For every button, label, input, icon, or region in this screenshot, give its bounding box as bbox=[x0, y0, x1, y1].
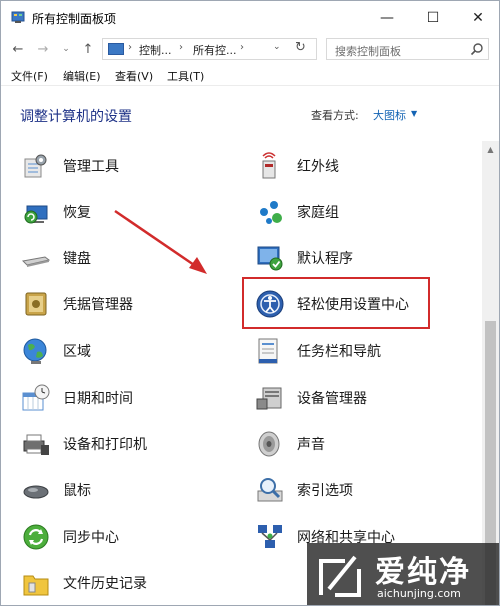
control-panel-icon bbox=[11, 11, 25, 23]
taskbar-navigation-icon bbox=[258, 338, 278, 364]
page-title: 调整计算机的设置 bbox=[20, 109, 132, 125]
item-keyboard[interactable]: 键盘 bbox=[21, 241, 91, 275]
item-infrared[interactable]: 红外线 bbox=[255, 149, 339, 183]
search-icon[interactable] bbox=[470, 42, 484, 56]
item-label: 区域 bbox=[63, 344, 91, 360]
homegroup-icon bbox=[260, 201, 282, 224]
view-by-label: 查看方式: bbox=[311, 109, 359, 122]
refresh-button[interactable]: ↻ bbox=[295, 40, 306, 55]
devices-printers-icon bbox=[23, 434, 49, 455]
item-label: 声音 bbox=[297, 437, 325, 453]
item-label: 键盘 bbox=[63, 251, 91, 267]
chevron-down-icon[interactable]: ▼ bbox=[411, 109, 417, 118]
item-label: 文件历史记录 bbox=[63, 576, 147, 592]
title-bar: 所有控制面板项 — ☐ ✕ bbox=[1, 1, 499, 34]
view-by-dropdown[interactable]: 大图标 bbox=[373, 107, 406, 123]
mouse-icon bbox=[23, 485, 49, 499]
watermark-domain: aichunjing.com bbox=[377, 587, 461, 600]
highlight-box bbox=[242, 277, 430, 329]
item-label: 红外线 bbox=[297, 159, 339, 175]
control-panel-address-icon bbox=[108, 43, 124, 55]
item-label: 设备和打印机 bbox=[63, 437, 147, 453]
keyboard-icon bbox=[21, 256, 51, 267]
navigation-bar: ← → ⌄ ↑ › 控制... › 所有控... › ⌄ ↻ 搜索控制面板 bbox=[1, 34, 499, 64]
address-dropdown-button[interactable]: ⌄ bbox=[273, 42, 281, 52]
item-file-history[interactable]: 文件历史记录 bbox=[21, 566, 147, 600]
item-credential-manager[interactable]: 凭据管理器 bbox=[21, 287, 133, 321]
region-icon bbox=[23, 338, 47, 364]
scroll-up-button[interactable]: ▲ bbox=[482, 141, 499, 158]
item-label: 默认程序 bbox=[297, 251, 353, 267]
menu-view[interactable]: 查看(V) bbox=[115, 68, 153, 84]
admin-tools-icon bbox=[24, 154, 47, 178]
breadcrumb-control-panel[interactable]: 控制... bbox=[139, 42, 172, 58]
item-date-time[interactable]: 日期和时间 bbox=[21, 381, 133, 415]
menu-file[interactable]: 文件(F) bbox=[11, 68, 48, 84]
item-label: 凭据管理器 bbox=[63, 297, 133, 313]
breadcrumb-all-items[interactable]: 所有控... bbox=[193, 42, 237, 58]
recent-locations-button[interactable]: ⌄ bbox=[57, 40, 75, 58]
item-admin-tools[interactable]: 管理工具 bbox=[21, 149, 119, 183]
item-label: 索引选项 bbox=[297, 483, 353, 499]
vertical-scrollbar[interactable]: ▲ bbox=[482, 141, 499, 605]
device-manager-icon bbox=[256, 387, 282, 410]
menu-tools[interactable]: 工具(T) bbox=[167, 68, 204, 84]
item-device-manager[interactable]: 设备管理器 bbox=[255, 381, 367, 415]
forward-button[interactable]: → bbox=[34, 40, 52, 58]
control-panel-window: 所有控制面板项 — ☐ ✕ ← → ⌄ ↑ › 控制... › 所有控... ›… bbox=[0, 0, 500, 606]
window-title: 所有控制面板项 bbox=[32, 12, 117, 26]
item-label: 家庭组 bbox=[297, 205, 339, 221]
recovery-icon bbox=[24, 205, 48, 224]
date-time-icon bbox=[22, 384, 50, 411]
watermark: 爱纯净 aichunjing.com bbox=[307, 543, 499, 605]
file-history-icon bbox=[23, 575, 49, 596]
menu-bar: 文件(F) 编辑(E) 查看(V) 工具(T) bbox=[1, 64, 499, 86]
item-default-programs[interactable]: 默认程序 bbox=[255, 241, 353, 275]
item-region[interactable]: 区域 bbox=[21, 334, 91, 368]
search-box[interactable]: 搜索控制面板 bbox=[326, 38, 489, 60]
sync-center-icon bbox=[23, 524, 49, 550]
item-label: 任务栏和导航 bbox=[297, 344, 381, 360]
up-button[interactable]: ↑ bbox=[79, 40, 97, 58]
item-homegroup[interactable]: 家庭组 bbox=[255, 195, 339, 229]
credential-manager-icon bbox=[25, 292, 47, 316]
network-sharing-icon bbox=[258, 525, 282, 548]
default-programs-icon bbox=[257, 246, 283, 271]
item-mouse[interactable]: 鼠标 bbox=[21, 473, 91, 507]
watermark-text: 爱纯净 bbox=[375, 555, 471, 590]
item-label: 恢复 bbox=[63, 205, 91, 221]
back-button[interactable]: ← bbox=[9, 40, 27, 58]
sound-icon bbox=[258, 431, 280, 457]
item-label: 管理工具 bbox=[63, 159, 119, 175]
indexing-options-icon bbox=[257, 478, 283, 502]
breadcrumb-separator[interactable]: › bbox=[240, 42, 244, 53]
item-label: 设备管理器 bbox=[297, 391, 367, 407]
watermark-logo-icon bbox=[319, 555, 361, 597]
menu-edit[interactable]: 编辑(E) bbox=[63, 68, 101, 84]
item-recovery[interactable]: 恢复 bbox=[21, 195, 91, 229]
item-taskbar-navigation[interactable]: 任务栏和导航 bbox=[255, 334, 381, 368]
maximize-button[interactable]: ☐ bbox=[411, 1, 455, 34]
infrared-icon bbox=[262, 152, 276, 179]
search-input[interactable]: 搜索控制面板 bbox=[335, 43, 401, 59]
item-sound[interactable]: 声音 bbox=[255, 427, 325, 461]
item-sync-center[interactable]: 同步中心 bbox=[21, 520, 119, 554]
item-label: 鼠标 bbox=[63, 483, 91, 499]
item-label: 同步中心 bbox=[63, 530, 119, 546]
breadcrumb-separator[interactable]: › bbox=[128, 42, 132, 53]
address-bar[interactable]: › 控制... › 所有控... › ⌄ ↻ bbox=[102, 38, 317, 60]
breadcrumb-separator[interactable]: › bbox=[179, 42, 183, 53]
item-devices-printers[interactable]: 设备和打印机 bbox=[21, 427, 147, 461]
item-label: 日期和时间 bbox=[63, 391, 133, 407]
close-button[interactable]: ✕ bbox=[456, 1, 499, 34]
item-indexing-options[interactable]: 索引选项 bbox=[255, 473, 353, 507]
minimize-button[interactable]: — bbox=[365, 1, 409, 34]
